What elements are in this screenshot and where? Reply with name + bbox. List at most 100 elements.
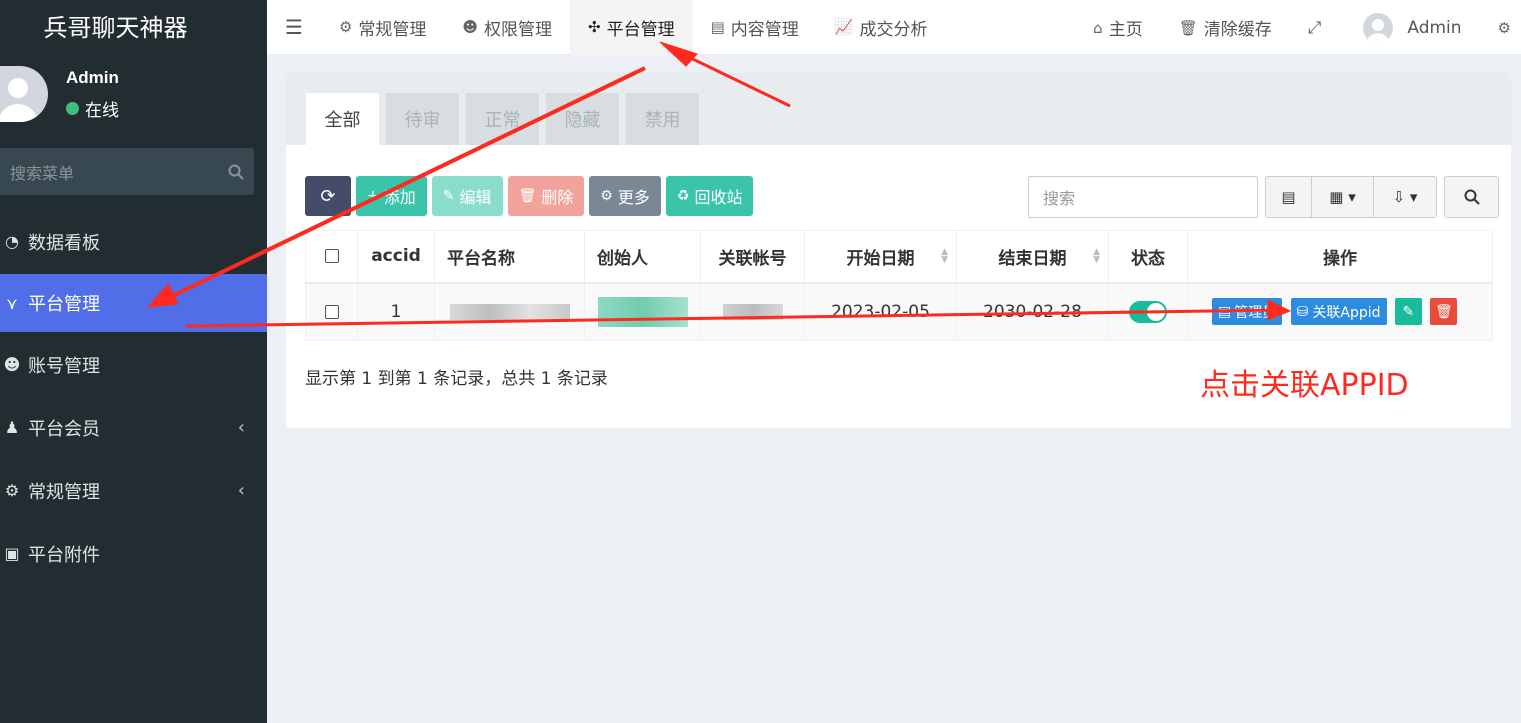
sidebar: 兵哥聊天神器 Admin 在线 搜索菜单 ◔ 数据看板 ⋎ 平台管理 ☻ 账号管…	[0, 0, 267, 723]
sidebar-item-accounts[interactable]: ☻ 账号管理	[0, 333, 267, 396]
add-button[interactable]: + 添加	[356, 176, 427, 216]
app-logo[interactable]: 兵哥聊天神器	[0, 0, 267, 50]
recycle-icon: ♻	[676, 188, 690, 204]
row-edit-button[interactable]: ✎	[1394, 298, 1422, 326]
online-dot-icon	[66, 101, 79, 115]
tab-content[interactable]: ▤ 内容管理	[693, 0, 817, 55]
cell-linked-account	[700, 282, 805, 341]
tab-analytics[interactable]: 📈 成交分析	[817, 0, 946, 55]
home-link[interactable]: ⌂ 主页	[1075, 0, 1161, 55]
col-linked-account[interactable]: 关联帐号	[700, 230, 805, 284]
advanced-search-button[interactable]	[1444, 176, 1499, 218]
dashboard-icon: ◔	[5, 232, 19, 251]
tab-disabled[interactable]: 禁用	[626, 93, 699, 145]
cell-status	[1108, 282, 1188, 341]
fullscreen-button[interactable]: ⤢	[1290, 0, 1346, 55]
avatar	[1363, 12, 1394, 43]
refresh-icon: ⟳	[320, 185, 336, 207]
col-founder[interactable]: 创始人	[584, 230, 701, 284]
tab-pending[interactable]: 待审	[386, 93, 459, 145]
user-menu-name: Admin	[1407, 17, 1462, 38]
table-header: accid 平台名称 创始人 关联帐号 开始日期 ▲ ▼ 结束日期 ▲ ▼ 状态 操作	[305, 230, 1493, 284]
view-options: ▤ ▦ ▾ ⇩ ▾	[1265, 176, 1437, 218]
sidebar-toggle-button[interactable]: ☰	[267, 0, 321, 55]
sidebar-menu: ◔ 数据看板 ⋎ 平台管理 ☻ 账号管理 ♟ 平台会员 ‹ ⚙ 常规管理 ‹ ▣…	[0, 210, 267, 585]
manage-admin-button[interactable]: ▤ 管理员	[1212, 298, 1283, 326]
toggle-view-button[interactable]: ▤	[1266, 177, 1312, 217]
platform-icon: ✣	[588, 18, 601, 36]
sort-icon: ▲ ▼	[941, 247, 948, 265]
sidebar-item-general[interactable]: ⚙ 常规管理 ‹	[0, 459, 267, 522]
edit-button[interactable]: ✎ 编辑	[431, 176, 503, 216]
menu-search-input[interactable]: 搜索菜单	[0, 148, 254, 195]
search-icon[interactable]	[228, 164, 244, 180]
users-icon: ☻	[462, 18, 479, 36]
trash-icon: 🗑	[1178, 18, 1198, 37]
file-icon: ▤	[1218, 303, 1232, 320]
user-status: 在线	[85, 100, 119, 121]
clear-cache-button[interactable]: 🗑 清除缓存	[1161, 0, 1290, 55]
status-toggle[interactable]	[1129, 300, 1167, 323]
col-accid[interactable]: accid	[357, 230, 435, 284]
toolbar: ⟳ + 添加 ✎ 编辑 🗑 删除 ⚙ 更多 ♻ 回收站	[305, 176, 758, 216]
expand-icon: ⤢	[1307, 17, 1322, 38]
pencil-icon: ✎	[1402, 303, 1415, 320]
settings-button[interactable]: ⚙	[1480, 0, 1521, 55]
users-icon: ☻	[3, 355, 21, 374]
row-checkbox[interactable]	[305, 282, 358, 341]
columns-icon: ▦ ▾	[1329, 188, 1356, 206]
select-all-checkbox[interactable]	[305, 230, 358, 284]
delete-button[interactable]: 🗑 删除	[507, 176, 585, 216]
recycle-bin-button[interactable]: ♻ 回收站	[665, 176, 754, 216]
tab-hidden[interactable]: 隐藏	[546, 93, 619, 145]
menu-search-placeholder: 搜索菜单	[10, 163, 75, 183]
chevron-left-icon: ‹	[237, 480, 245, 501]
cell-end-date: 2030-02-28	[956, 282, 1109, 341]
tab-all[interactable]: 全部	[306, 93, 379, 145]
cubes-icon: ⛁	[1296, 303, 1309, 320]
tab-permissions[interactable]: ☻ 权限管理	[444, 0, 570, 55]
user-panel: Admin 在线	[0, 66, 119, 122]
table-search-input[interactable]: 搜索	[1028, 176, 1258, 218]
home-icon: ⌂	[1093, 18, 1103, 37]
sidebar-item-attachments[interactable]: ▣ 平台附件	[0, 522, 267, 585]
status-tabs: 全部 待审 正常 隐藏 禁用	[286, 73, 1511, 145]
sort-icon: ▲ ▼	[1093, 247, 1100, 265]
tab-platform[interactable]: ✣ 平台管理	[570, 0, 693, 55]
sidebar-item-platform[interactable]: ⋎ 平台管理	[0, 274, 267, 332]
refresh-button[interactable]: ⟳	[305, 176, 351, 216]
col-start-date[interactable]: 开始日期 ▲ ▼	[804, 230, 957, 284]
tab-general[interactable]: ⚙ 常规管理	[321, 0, 444, 55]
user-name: Admin	[66, 67, 119, 87]
cell-start-date: 2023-02-05	[804, 282, 957, 341]
export-button[interactable]: ⇩ ▾	[1374, 177, 1436, 217]
platform-icon: ⋎	[6, 293, 18, 313]
tab-normal[interactable]: 正常	[466, 93, 539, 145]
line-chart-icon: 📈	[834, 18, 854, 36]
pagination-info: 显示第 1 到第 1 条记录，总共 1 条记录	[305, 369, 608, 389]
cog-icon: ⚙	[600, 188, 613, 204]
trash-icon: 🗑	[1434, 303, 1453, 320]
sidebar-item-members[interactable]: ♟ 平台会员 ‹	[0, 396, 267, 459]
pencil-icon: ✎	[442, 188, 455, 204]
col-status: 状态	[1108, 230, 1188, 284]
link-appid-button[interactable]: ⛁ 关联Appid	[1290, 298, 1387, 326]
col-platform-name[interactable]: 平台名称	[434, 230, 585, 284]
trash-icon: 🗑	[518, 188, 537, 204]
user-menu[interactable]: Admin	[1345, 0, 1479, 55]
cogs-icon: ⚙	[1497, 18, 1511, 37]
plus-icon: +	[367, 188, 379, 204]
more-button[interactable]: ⚙ 更多	[589, 176, 661, 216]
row-delete-button[interactable]: 🗑	[1430, 298, 1458, 326]
list-icon: ▤	[1281, 188, 1296, 206]
col-end-date[interactable]: 结束日期 ▲ ▼	[956, 230, 1109, 284]
sidebar-item-dashboard[interactable]: ◔ 数据看板	[0, 210, 267, 273]
columns-button[interactable]: ▦ ▾	[1312, 177, 1374, 217]
top-navbar: ☰ ⚙ 常规管理 ☻ 权限管理 ✣ 平台管理 ▤ 内容管理 📈 成交分析 ⌂ 主页 🗑 清除缓…	[267, 0, 1521, 55]
export-icon: ⇩ ▾	[1392, 188, 1418, 206]
search-icon	[1464, 189, 1480, 205]
cell-operations: ▤ 管理员 ⛁ 关联Appid ✎ 🗑	[1187, 282, 1493, 341]
table-row[interactable]: 1 2023-02-05 2030-02-28 ▤ 管理员 ⛁ 关联Appid ✎ …	[305, 282, 1493, 341]
cell-accid: 1	[357, 282, 435, 341]
cell-platform-name	[434, 282, 585, 341]
